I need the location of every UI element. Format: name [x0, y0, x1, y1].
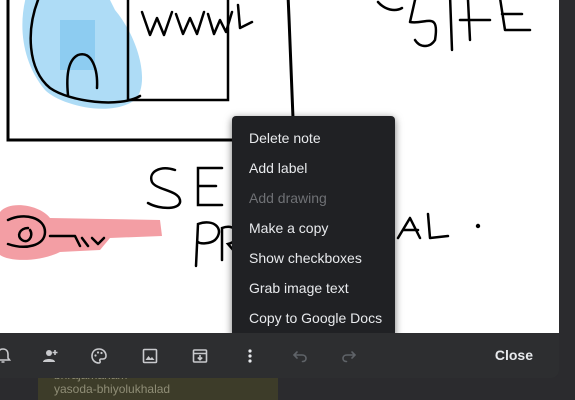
- image-icon[interactable]: [138, 344, 162, 368]
- redo-icon: [337, 344, 361, 368]
- close-button[interactable]: Close: [495, 345, 533, 365]
- menu-item-copy-to-google-docs[interactable]: Copy to Google Docs: [232, 303, 395, 333]
- add-collaborator-icon[interactable]: [38, 344, 62, 368]
- menu-item-add-label[interactable]: Add label: [232, 153, 395, 183]
- menu-item-grab-image-text[interactable]: Grab image text: [232, 273, 395, 303]
- menu-item-add-drawing: Add drawing: [249, 190, 327, 206]
- menu-item-make-a-copy[interactable]: Make a copy: [232, 213, 395, 243]
- background-note-line: yasoda-bhiyolukhalad: [54, 382, 171, 396]
- drawing-dialog: Delete note Add label Add drawing Make a…: [0, 0, 559, 378]
- note-toolbar: Close: [0, 333, 559, 378]
- right-edge: [559, 0, 575, 400]
- archive-icon[interactable]: [188, 344, 212, 368]
- screen: bhrajamaham yasoda-bhiyolukhalad: [0, 0, 575, 400]
- undo-icon: [288, 344, 312, 368]
- menu-item-delete-note[interactable]: Delete note: [232, 123, 395, 153]
- more-vert-icon[interactable]: [238, 344, 262, 368]
- menu-item-show-checkboxes[interactable]: Show checkboxes: [232, 243, 395, 273]
- bell-plus-icon[interactable]: [0, 344, 15, 368]
- context-menu: Delete note Add label Add drawing Make a…: [232, 116, 395, 338]
- palette-icon[interactable]: [87, 344, 111, 368]
